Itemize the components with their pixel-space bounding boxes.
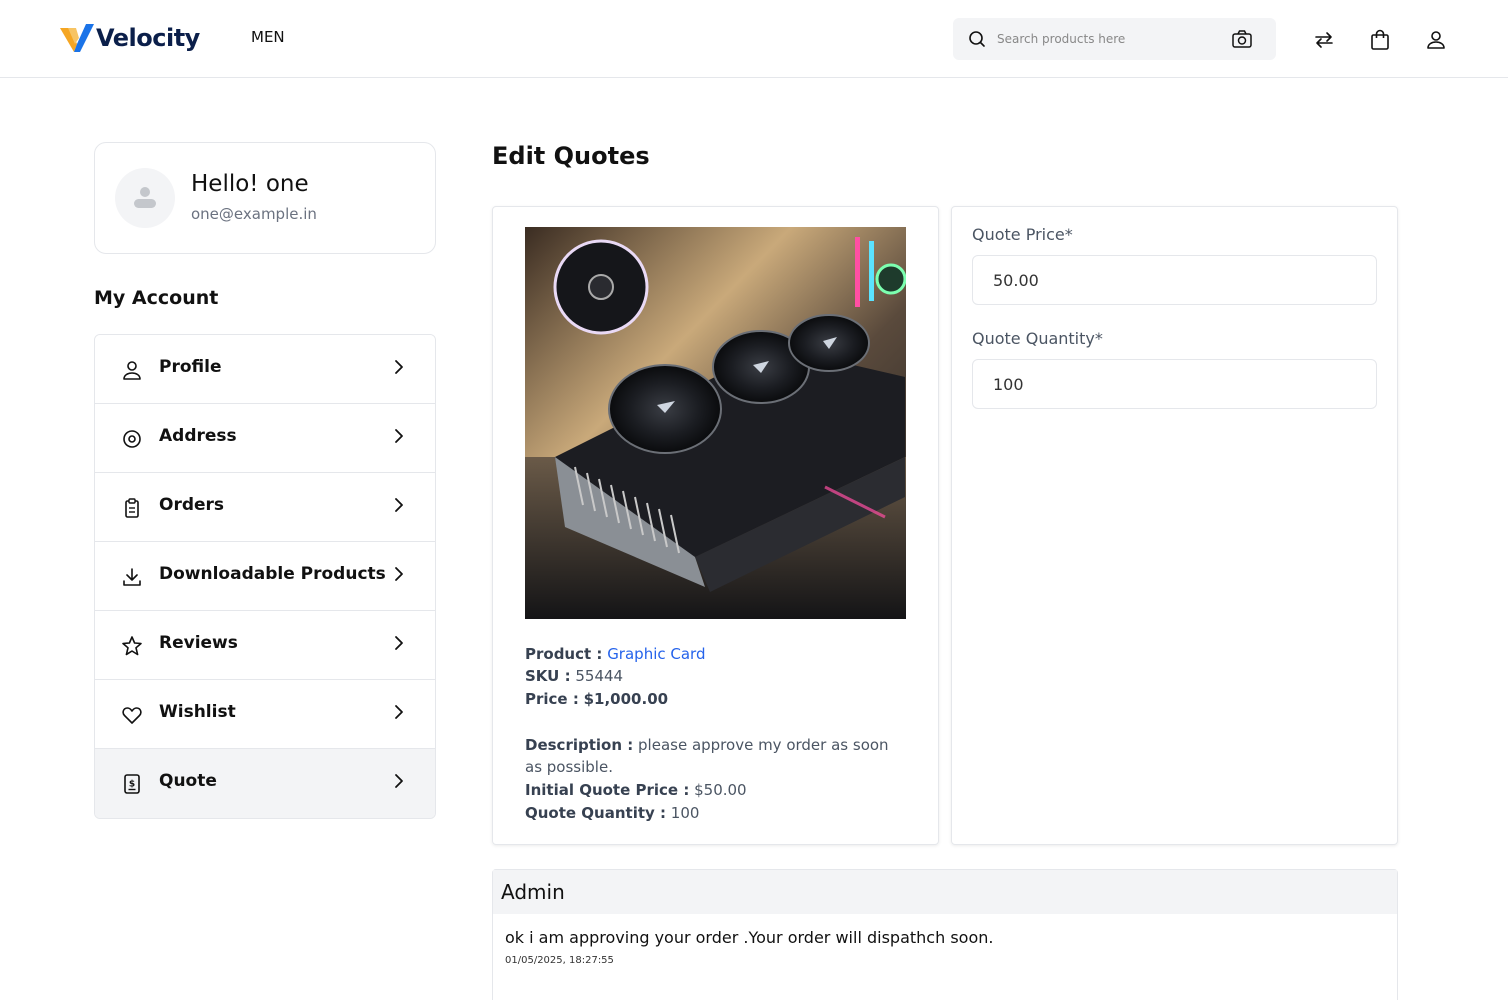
top-header: Velocity MEN — [0, 0, 1508, 78]
initial-price-label: Initial Quote Price : — [525, 781, 690, 799]
sidebar-item-label: Wishlist — [159, 702, 236, 722]
quote-qty-value: 100 — [670, 804, 700, 822]
chevron-right-icon — [395, 360, 403, 374]
avatar-placeholder-icon — [134, 187, 156, 208]
logo-text: Velocity — [96, 24, 200, 52]
sku-value: 55444 — [575, 667, 624, 685]
logo[interactable]: Velocity — [60, 22, 200, 54]
initial-price-value: $50.00 — [694, 781, 747, 799]
admin-message-card: Admin ok i am approving your order .Your… — [492, 869, 1398, 1000]
search-input[interactable] — [997, 28, 1217, 50]
profile-card: Hello! one one@example.in — [94, 142, 436, 254]
star-icon — [122, 636, 142, 656]
description-line: Description : please approve my order as… — [525, 734, 910, 778]
avatar — [115, 168, 175, 228]
sidebar-item-label: Quote — [159, 771, 217, 791]
product-link[interactable]: Graphic Card — [607, 645, 705, 663]
invoice-icon: $ — [124, 774, 140, 794]
sidebar-item-profile[interactable]: Profile — [95, 335, 435, 404]
price-value: $1,000.00 — [583, 690, 669, 708]
sidebar-item-wishlist[interactable]: Wishlist — [95, 680, 435, 749]
compare-icon[interactable] — [1312, 28, 1336, 52]
map-pin-icon — [123, 430, 141, 448]
sidebar-item-reviews[interactable]: Reviews — [95, 611, 435, 680]
admin-header: Admin — [493, 870, 1397, 914]
product-image — [525, 227, 906, 619]
search-bar — [953, 18, 1276, 60]
product-card: Product : Graphic Card SKU : 55444 Price… — [492, 206, 939, 845]
sidebar-item-orders[interactable]: Orders — [95, 473, 435, 542]
my-account-heading: My Account — [94, 287, 219, 309]
quote-price-input[interactable] — [972, 255, 1377, 305]
quote-form-card: Quote Price* Quote Quantity* — [951, 206, 1398, 845]
quote-quantity-input[interactable] — [972, 359, 1377, 409]
page-title: Edit Quotes — [492, 142, 650, 170]
nav-men-link[interactable]: MEN — [251, 28, 285, 46]
sku-label: SKU : — [525, 667, 571, 685]
initial-price-line: Initial Quote Price : $50.00 — [525, 779, 747, 801]
admin-timestamp: 01/05/2025, 18:27:55 — [505, 955, 614, 966]
sidebar-item-label: Address — [159, 426, 237, 446]
product-label: Product : — [525, 645, 603, 663]
logo-mark-icon — [60, 24, 94, 52]
svg-text:$: $ — [129, 780, 135, 790]
quote-qty-line: Quote Quantity : 100 — [525, 802, 699, 824]
search-icon[interactable] — [967, 29, 987, 49]
chevron-right-icon — [395, 498, 403, 512]
quote-price-label: Quote Price* — [972, 225, 1073, 244]
greeting: Hello! one — [191, 171, 309, 197]
account-menu: Profile Address Orders Downloadable Prod… — [94, 334, 436, 819]
download-icon — [123, 568, 141, 586]
user-email: one@example.in — [191, 205, 317, 223]
chevron-right-icon — [395, 567, 403, 581]
price-label: Price : — [525, 690, 579, 708]
price-line: Price : $1,000.00 — [525, 688, 668, 710]
camera-icon[interactable] — [1231, 29, 1253, 49]
sidebar-item-quote[interactable]: $ Quote — [95, 749, 435, 818]
product-line: Product : Graphic Card — [525, 643, 705, 665]
quote-qty-label: Quote Quantity : — [525, 804, 667, 822]
sidebar-item-label: Downloadable Products — [159, 564, 386, 584]
sidebar-item-label: Profile — [159, 357, 222, 377]
sku-line: SKU : 55444 — [525, 665, 623, 687]
account-icon[interactable] — [1424, 28, 1448, 52]
chevron-right-icon — [395, 429, 403, 443]
admin-title: Admin — [501, 880, 565, 904]
clipboard-icon — [125, 498, 139, 518]
user-icon — [123, 361, 141, 380]
sidebar-item-label: Reviews — [159, 633, 238, 653]
chevron-right-icon — [395, 774, 403, 788]
sidebar-item-downloadable-products[interactable]: Downloadable Products — [95, 542, 435, 611]
shopping-bag-icon[interactable] — [1368, 28, 1392, 52]
quote-quantity-label: Quote Quantity* — [972, 329, 1103, 348]
description-label: Description : — [525, 736, 634, 754]
chevron-right-icon — [395, 636, 403, 650]
heart-icon — [122, 707, 142, 724]
chevron-right-icon — [395, 705, 403, 719]
sidebar-item-label: Orders — [159, 495, 225, 515]
sidebar-item-address[interactable]: Address — [95, 404, 435, 473]
admin-message: ok i am approving your order .Your order… — [505, 928, 994, 947]
